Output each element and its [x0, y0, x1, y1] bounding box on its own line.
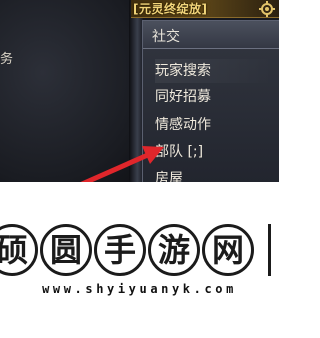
site-watermark: 硕 圆 手 游 网 www.shyiyuanyk.com: [0, 182, 279, 338]
menu-item-troop[interactable]: 部队 [;]: [155, 140, 273, 164]
watermark-char: 网: [202, 224, 254, 276]
watermark-logo: 硕 圆 手 游 网: [0, 224, 254, 276]
watermark-char: 硕: [0, 224, 38, 276]
event-banner[interactable]: [元灵终绽放]: [131, 0, 279, 18]
event-banner-label: [元灵终绽放]: [133, 2, 208, 16]
left-panel-label: 务: [0, 52, 14, 67]
red-arrow-annotation: [80, 146, 164, 182]
social-menu-header: 社交: [143, 21, 279, 49]
watermark-char: 游: [148, 224, 200, 276]
watermark-char: 手: [94, 224, 146, 276]
watermark-char: 圆: [40, 224, 92, 276]
watermark-url: www.shyiyuanyk.com: [42, 282, 237, 296]
social-menu-title: 社交: [152, 29, 180, 45]
menu-item-recruit[interactable]: 同好招募: [155, 85, 273, 109]
menu-item-player-search[interactable]: 玩家搜索: [155, 59, 273, 83]
menu-item-house[interactable]: 房屋: [155, 166, 273, 182]
menu-item-emotes[interactable]: 情感动作: [155, 113, 273, 137]
gear-icon[interactable]: [259, 1, 275, 17]
watermark-edge: [268, 224, 279, 276]
game-screenshot: 务 [元灵终绽放] 社交 玩家搜索 同好招募 情感动作 部队 [;] 房屋: [0, 0, 279, 182]
